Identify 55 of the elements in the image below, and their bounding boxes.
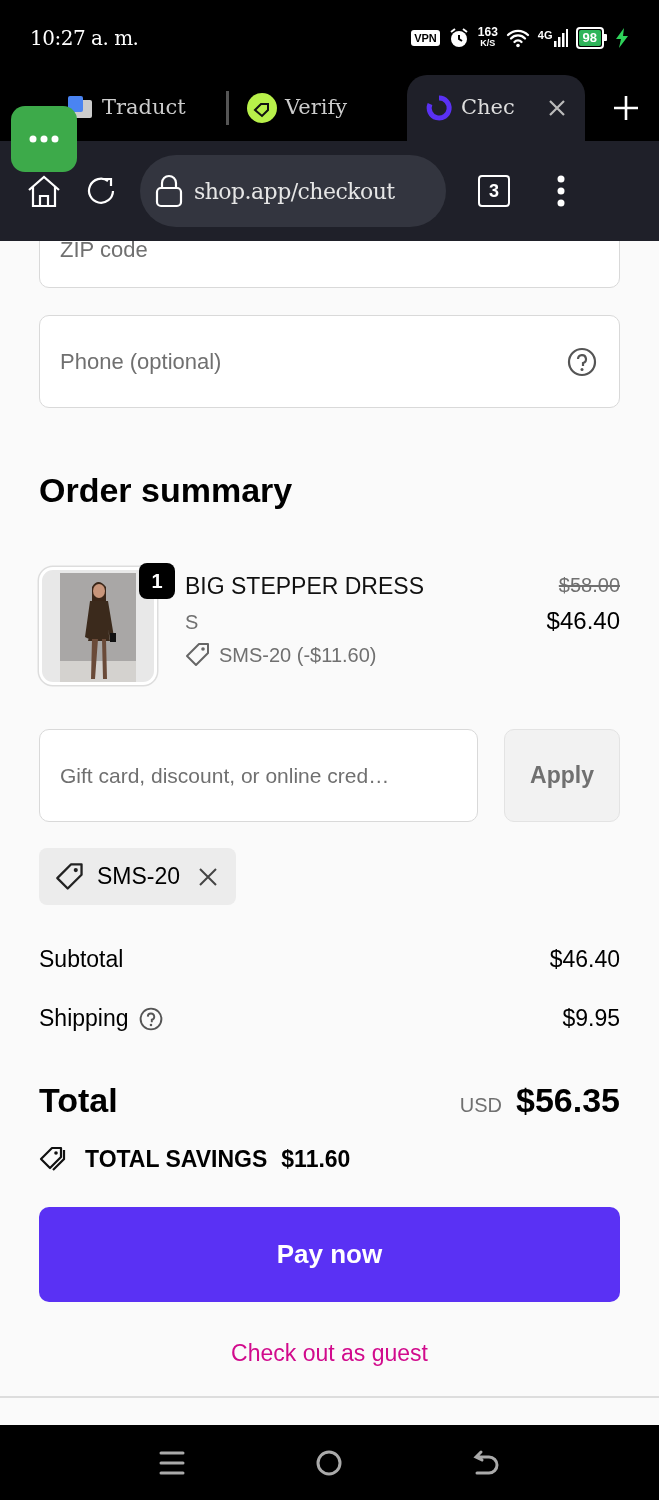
section-heading: Order summary — [39, 470, 294, 511]
help-icon[interactable] — [567, 346, 597, 377]
menu-icon[interactable] — [158, 1449, 185, 1476]
new-tab-icon[interactable] — [613, 95, 639, 121]
summary-value: $46.40 — [549, 945, 620, 975]
menu-icon[interactable] — [556, 175, 566, 207]
speed-value: 163 — [477, 26, 498, 38]
tab-title: Chec — [461, 94, 515, 122]
savings-amount: $11.60 — [281, 1145, 351, 1174]
wifi-icon — [505, 27, 530, 48]
home-icon[interactable] — [26, 174, 62, 208]
tag-icon — [55, 861, 85, 892]
savings-label: TOTAL SAVINGS — [85, 1145, 268, 1174]
pay-now-button[interactable]: Pay now — [39, 1206, 620, 1302]
product-price: $46.40 — [546, 606, 620, 636]
speed-unit: K/S — [480, 37, 496, 49]
url-text: shop.app/checkout — [194, 177, 395, 206]
address-bar[interactable]: shop.app/checkout — [140, 155, 446, 227]
signal-icon — [553, 28, 568, 47]
total-amount: $56.35 — [516, 1080, 620, 1121]
floating-menu-button[interactable] — [11, 106, 77, 172]
status-time: 10:27 a. m. — [30, 24, 139, 52]
apply-button[interactable]: Apply — [504, 729, 620, 822]
product-name: BIG STEPPER DRESS — [185, 572, 425, 601]
phone-input[interactable]: Phone (optional) — [60, 345, 567, 378]
guest-checkout-link[interactable]: Check out as guest — [231, 1335, 428, 1370]
quantity-badge: 1 — [139, 563, 175, 599]
original-price: $58.00 — [558, 573, 620, 598]
close-icon[interactable] — [547, 98, 567, 118]
discount-code-field[interactable]: Gift card, discount, or online cred… — [39, 729, 478, 822]
shop-icon — [425, 94, 453, 122]
tag-icon — [185, 642, 211, 668]
tag-icon — [247, 93, 277, 123]
total-label: Total — [39, 1080, 118, 1121]
lock-icon — [154, 174, 184, 208]
product-variant: S — [185, 610, 200, 635]
tab-title: Verify — [285, 94, 348, 122]
browser-tab[interactable]: Chec — [407, 75, 585, 141]
vpn-badge: VPN — [411, 29, 440, 46]
network-label: 4G — [537, 28, 553, 41]
summary-value: $9.95 — [562, 1004, 620, 1034]
zip-field[interactable]: ZIP code — [39, 241, 620, 288]
tab-count-button[interactable]: 3 — [478, 175, 510, 207]
tab-title: Traduct — [102, 94, 186, 122]
home-button-icon[interactable] — [314, 1448, 343, 1477]
summary-label: Shipping — [39, 1004, 129, 1034]
battery-level: 98 — [578, 29, 601, 46]
currency-label: USD — [459, 1092, 502, 1118]
remove-icon[interactable] — [198, 866, 219, 887]
phone-field[interactable]: Phone (optional) — [39, 315, 620, 408]
help-icon[interactable] — [138, 1006, 163, 1031]
back-icon[interactable] — [472, 1448, 501, 1477]
discount-text: SMS-20 (-$11.60) — [219, 643, 377, 668]
code-text: SMS-20 — [97, 862, 181, 892]
summary-label: Subtotal — [39, 945, 124, 975]
